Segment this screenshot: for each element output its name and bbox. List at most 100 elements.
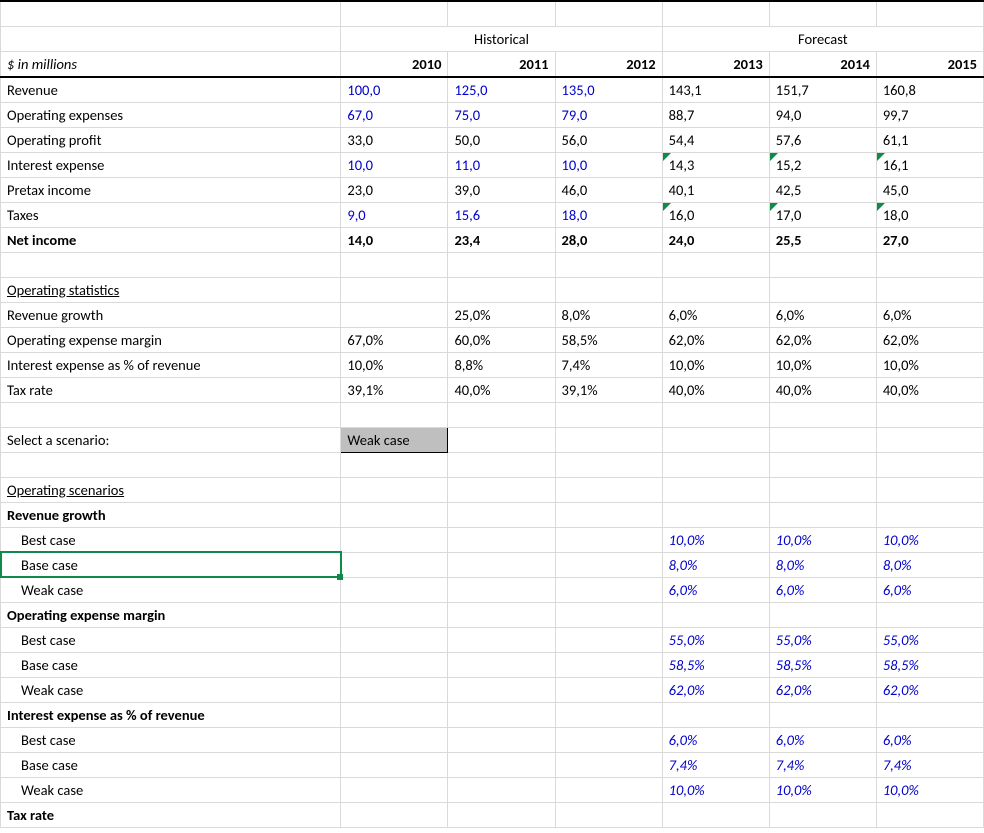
row-select-scenario[interactable]: Select a scenario: Weak case	[1, 427, 984, 452]
cell[interactable]: 6,0%	[662, 302, 769, 327]
cell[interactable]: 18,0	[876, 202, 983, 227]
cell[interactable]: 15,6	[448, 202, 555, 227]
cell[interactable]: 6,0%	[876, 577, 983, 602]
cell[interactable]: 17,0	[769, 202, 876, 227]
cell[interactable]: 79,0	[555, 102, 662, 127]
cell[interactable]: 40,0%	[876, 377, 983, 402]
cell[interactable]: 54,4	[662, 127, 769, 152]
cell[interactable]: 10,0	[341, 152, 448, 177]
cell[interactable]: 62,0%	[769, 677, 876, 702]
cell[interactable]: 125,0	[448, 77, 555, 103]
cell[interactable]: 10,0%	[769, 352, 876, 377]
cell[interactable]: 10,0%	[876, 352, 983, 377]
row-scen-revgrowth-best[interactable]: Best case 10,0% 10,0% 10,0%	[1, 527, 984, 552]
cell[interactable]: 10,0%	[341, 352, 448, 377]
row-opex[interactable]: Operating expenses 67,0 75,0 79,0 88,7 9…	[1, 102, 984, 127]
row-intexp[interactable]: Interest expense 10,0 11,0 10,0 14,3 15,…	[1, 152, 984, 177]
cell[interactable]: 94,0	[769, 102, 876, 127]
cell[interactable]: 7,4%	[769, 752, 876, 777]
cell[interactable]: 58,5%	[876, 652, 983, 677]
row-scen-opexmargin-base[interactable]: Base case 58,5% 58,5% 58,5%	[1, 652, 984, 677]
row-scen-intpct-weak[interactable]: Weak case 10,0% 10,0% 10,0%	[1, 777, 984, 802]
cell[interactable]: 58,5%	[662, 652, 769, 677]
cell[interactable]: 143,1	[662, 77, 769, 103]
cell[interactable]: 55,0%	[662, 627, 769, 652]
row-intpct[interactable]: Interest expense as % of revenue 10,0% 8…	[1, 352, 984, 377]
cell[interactable]: 55,0%	[769, 627, 876, 652]
cell[interactable]: 100,0	[341, 77, 448, 103]
cell[interactable]: 23,4	[448, 227, 555, 252]
scenario-selector[interactable]: Weak case	[341, 427, 448, 452]
cell[interactable]: 56,0	[555, 127, 662, 152]
cell[interactable]: 15,2	[769, 152, 876, 177]
cell[interactable]: 10,0%	[662, 777, 769, 802]
cell[interactable]: 58,5%	[555, 327, 662, 352]
cell[interactable]: 50,0	[448, 127, 555, 152]
cell[interactable]: 10,0%	[769, 527, 876, 552]
cell[interactable]: 9,0	[341, 202, 448, 227]
cell[interactable]: 10,0%	[876, 527, 983, 552]
cell[interactable]: 67,0%	[341, 327, 448, 352]
cell[interactable]: 88,7	[662, 102, 769, 127]
cell[interactable]: 28,0	[555, 227, 662, 252]
row-scen-revgrowth-weak[interactable]: Weak case 6,0% 6,0% 6,0%	[1, 577, 984, 602]
cell[interactable]: 39,1%	[341, 377, 448, 402]
spreadsheet-grid[interactable]: Historical Forecast $ in millions 2010 2…	[0, 0, 984, 828]
cell[interactable]: 6,0%	[662, 727, 769, 752]
row-pretax[interactable]: Pretax income 23,0 39,0 46,0 40,1 42,5 4…	[1, 177, 984, 202]
cell[interactable]: 6,0%	[876, 302, 983, 327]
cell[interactable]: 62,0%	[876, 327, 983, 352]
cell[interactable]: 99,7	[876, 102, 983, 127]
cell[interactable]: 6,0%	[769, 577, 876, 602]
cell[interactable]: 7,4%	[662, 752, 769, 777]
cell[interactable]: 40,0%	[662, 377, 769, 402]
cell[interactable]: 40,0%	[448, 377, 555, 402]
row-scen-opexmargin-best[interactable]: Best case 55,0% 55,0% 55,0%	[1, 627, 984, 652]
cell[interactable]: 14,3	[662, 152, 769, 177]
cell[interactable]: 7,4%	[555, 352, 662, 377]
cell[interactable]: 6,0%	[769, 727, 876, 752]
cell[interactable]: 23,0	[341, 177, 448, 202]
cell[interactable]: 10,0	[555, 152, 662, 177]
cell[interactable]: 16,1	[876, 152, 983, 177]
row-scen-revgrowth-base[interactable]: Base case 8,0% 8,0% 8,0%	[1, 552, 984, 577]
cell[interactable]: 6,0%	[876, 727, 983, 752]
cell[interactable]: 57,6	[769, 127, 876, 152]
cell[interactable]: 11,0	[448, 152, 555, 177]
cell[interactable]: 58,5%	[769, 652, 876, 677]
cell[interactable]: 39,0	[448, 177, 555, 202]
row-revenue[interactable]: Revenue 100,0 125,0 135,0 143,1 151,7 16…	[1, 77, 984, 103]
cell[interactable]: 25,0%	[448, 302, 555, 327]
row-opprofit[interactable]: Operating profit 33,0 50,0 56,0 54,4 57,…	[1, 127, 984, 152]
cell[interactable]: 7,4%	[876, 752, 983, 777]
cell[interactable]: 25,5	[769, 227, 876, 252]
cell[interactable]	[341, 302, 448, 327]
cell[interactable]: 39,1%	[555, 377, 662, 402]
cell[interactable]: 6,0%	[769, 302, 876, 327]
cell[interactable]: 46,0	[555, 177, 662, 202]
cell[interactable]: 135,0	[555, 77, 662, 103]
row-opexmargin[interactable]: Operating expense margin 67,0% 60,0% 58,…	[1, 327, 984, 352]
cell[interactable]: 10,0%	[876, 777, 983, 802]
cell[interactable]: 62,0%	[876, 677, 983, 702]
cell[interactable]: 62,0%	[662, 327, 769, 352]
cell[interactable]: 18,0	[555, 202, 662, 227]
row-revgrowth[interactable]: Revenue growth 25,0% 8,0% 6,0% 6,0% 6,0%	[1, 302, 984, 327]
cell[interactable]: 27,0	[876, 227, 983, 252]
cell[interactable]: 61,1	[876, 127, 983, 152]
cell[interactable]: 42,5	[769, 177, 876, 202]
cell[interactable]: 10,0%	[662, 527, 769, 552]
cell[interactable]: 67,0	[341, 102, 448, 127]
cell[interactable]: 160,8	[876, 77, 983, 103]
cell[interactable]: 8,0%	[769, 552, 876, 577]
cell[interactable]: 10,0%	[769, 777, 876, 802]
cell[interactable]: 33,0	[341, 127, 448, 152]
cell[interactable]: 62,0%	[662, 677, 769, 702]
cell[interactable]: 8,0%	[876, 552, 983, 577]
row-scen-opexmargin-weak[interactable]: Weak case 62,0% 62,0% 62,0%	[1, 677, 984, 702]
active-cell[interactable]: Base case	[1, 552, 341, 577]
cell[interactable]: 75,0	[448, 102, 555, 127]
cell[interactable]: 62,0%	[769, 327, 876, 352]
row-netinc[interactable]: Net income 14,0 23,4 28,0 24,0 25,5 27,0	[1, 227, 984, 252]
cell[interactable]: 8,8%	[448, 352, 555, 377]
